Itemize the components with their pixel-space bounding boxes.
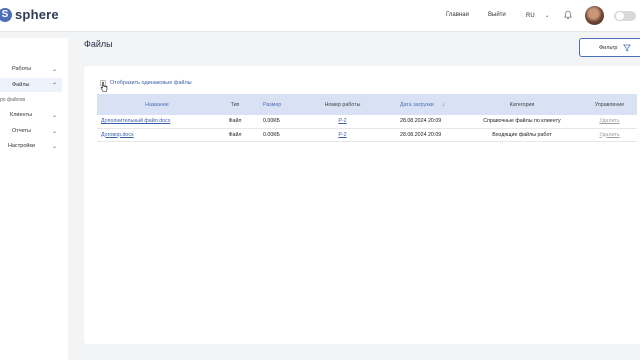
column-header-actions: Управление: [594, 101, 625, 108]
bell-icon[interactable]: [563, 10, 573, 20]
column-header-name[interactable]: Название: [97, 94, 217, 115]
sidebar-item-label: Клиенты: [10, 112, 33, 118]
column-header-size[interactable]: Размер: [253, 94, 309, 115]
mouse-pointer-icon: [100, 81, 108, 92]
files-card: Отобразить одинаковые файлы Название Тип…: [84, 66, 640, 344]
upload-date: 28.08.2024 20:09: [400, 131, 442, 138]
column-header-upload-date[interactable]: Дата загрузки ↓: [376, 94, 462, 115]
chevron-down-icon: ⌄: [52, 66, 58, 73]
sidebar-item-jobs[interactable]: Работы ⌄: [0, 62, 62, 76]
sidebar-item-files[interactable]: Файлы ⌃: [0, 78, 62, 92]
upload-date: 28.08.2024 20:09: [400, 118, 442, 125]
sidebar-item-clients[interactable]: Клиенты ⌄: [0, 108, 62, 122]
top-header: S sphere Главная Выйти RU ⌄: [0, 0, 640, 32]
sidebar-item-label: Отчеты: [12, 128, 32, 134]
upload-date-label: Дата загрузки: [400, 101, 434, 108]
file-size: 0.00КБ: [263, 131, 280, 138]
file-name-link[interactable]: Договор.docx: [97, 128, 217, 141]
filter-icon: [623, 44, 632, 52]
table-row: Дополнительный файл.docx Файл 0.00КБ P-2…: [97, 115, 637, 128]
chevron-down-icon: ⌄: [52, 112, 58, 119]
nav-home-link[interactable]: Главная: [446, 12, 469, 18]
files-table: Название Тип Размер Номер работы Дата за…: [97, 94, 637, 142]
filter-label: Фильтр: [599, 44, 618, 51]
sidebar-item-settings[interactable]: Настройки ⌄: [0, 139, 62, 153]
table-header-row: Название Тип Размер Номер работы Дата за…: [97, 94, 637, 115]
nav-logout-link[interactable]: Выйти: [488, 12, 506, 18]
language-value: RU: [526, 12, 535, 19]
column-header-type: Тип: [230, 101, 240, 108]
job-number-link[interactable]: P-2: [309, 115, 376, 128]
table-row: Договор.docx Файл 0.00КБ P-2 28.08.2024 …: [97, 128, 637, 141]
file-type: Файл: [228, 131, 242, 138]
filter-button[interactable]: Фильтр: [579, 38, 640, 57]
logo-mark-icon: S: [0, 7, 12, 22]
job-number-link[interactable]: P-2: [309, 128, 376, 141]
app-name: sphere: [15, 7, 59, 22]
sort-descending-icon: ↓: [441, 101, 445, 108]
column-header-job-number: Номер работы: [324, 101, 361, 108]
page-title: Файлы: [84, 39, 113, 49]
file-name-link[interactable]: Дополнительный файл.docx: [97, 115, 217, 128]
delete-link[interactable]: Удалить: [582, 128, 637, 141]
chevron-down-icon: ⌄: [52, 128, 58, 135]
chevron-up-icon: ⌃: [52, 82, 58, 89]
toggle-knob: [616, 12, 624, 20]
sidebar-item-label: Работы: [12, 66, 32, 72]
user-avatar[interactable]: [585, 6, 604, 25]
sidebar: Работы ⌄ Файлы ⌃ ро файлов Клиенты ⌄ Отч…: [0, 38, 68, 360]
file-size: 0.00КБ: [263, 118, 280, 125]
app-logo[interactable]: S sphere: [0, 7, 59, 22]
sidebar-item-label: Файлы: [12, 82, 30, 88]
show-duplicates-toggle[interactable]: Отобразить одинаковые файлы: [100, 80, 192, 86]
sidebar-subitem-files[interactable]: ро файлов: [0, 97, 25, 103]
file-category: Справочные файлы по клиенту: [483, 118, 561, 125]
theme-toggle[interactable]: [614, 11, 636, 21]
file-type: Файл: [228, 118, 242, 125]
file-category: Входящие файлы работ: [492, 131, 552, 138]
chevron-down-icon: ⌄: [52, 143, 58, 150]
sidebar-item-reports[interactable]: Отчеты ⌄: [0, 124, 62, 138]
sidebar-item-label: Настройки: [8, 143, 35, 149]
show-duplicates-label: Отобразить одинаковые файлы: [110, 80, 192, 86]
delete-link[interactable]: Удалить: [582, 115, 637, 128]
column-header-category: Категория: [509, 101, 535, 108]
chevron-down-icon: ⌄: [544, 13, 550, 19]
language-select[interactable]: RU ⌄: [526, 12, 550, 20]
